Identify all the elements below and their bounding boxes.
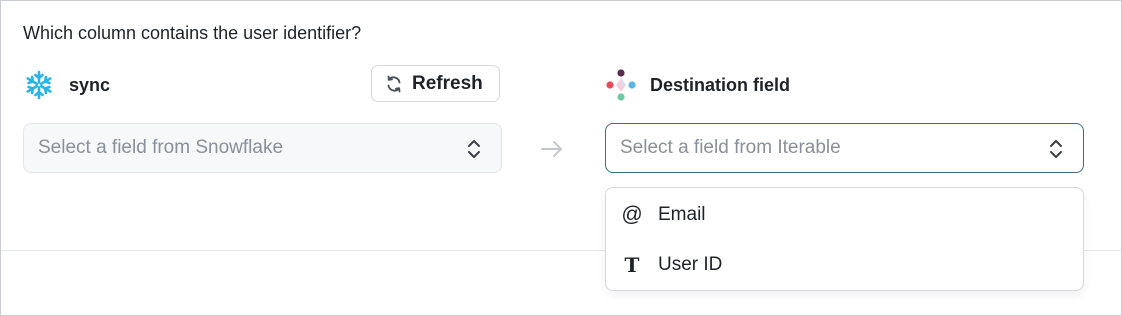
iterable-logo-icon — [606, 69, 636, 101]
option-email[interactable]: @ Email — [606, 190, 1083, 240]
source-select-placeholder: Select a field from Snowflake — [38, 137, 284, 158]
refresh-icon — [387, 75, 401, 92]
option-label: User ID — [658, 254, 723, 275]
chevron-up-down-icon — [468, 140, 480, 158]
sync-mapping-panel: Which column contains the user identifie… — [0, 0, 1122, 316]
destination-select-placeholder: Select a field from Iterable — [620, 137, 841, 158]
text-type-icon: T — [624, 253, 640, 277]
chevron-up-down-icon — [1050, 140, 1062, 158]
refresh-button[interactable]: Refresh — [371, 65, 500, 102]
destination-field-select[interactable]: Select a field from Iterable — [605, 123, 1084, 173]
destination-header: Destination field — [604, 67, 790, 103]
destination-field-dropdown: @ Email T User ID — [605, 187, 1084, 291]
source-header: sync — [23, 67, 110, 103]
question-text: Which column contains the user identifie… — [23, 23, 362, 43]
option-user-id[interactable]: T User ID — [606, 240, 1083, 290]
option-label: Email — [658, 204, 706, 225]
snowflake-icon — [24, 70, 54, 100]
refresh-label: Refresh — [412, 72, 483, 94]
source-field-select[interactable]: Select a field from Snowflake — [23, 123, 502, 173]
source-name: sync — [69, 74, 111, 95]
at-sign-icon: @ — [621, 203, 643, 226]
arrow-right-icon — [541, 141, 562, 157]
destination-name: Destination field — [650, 74, 791, 95]
